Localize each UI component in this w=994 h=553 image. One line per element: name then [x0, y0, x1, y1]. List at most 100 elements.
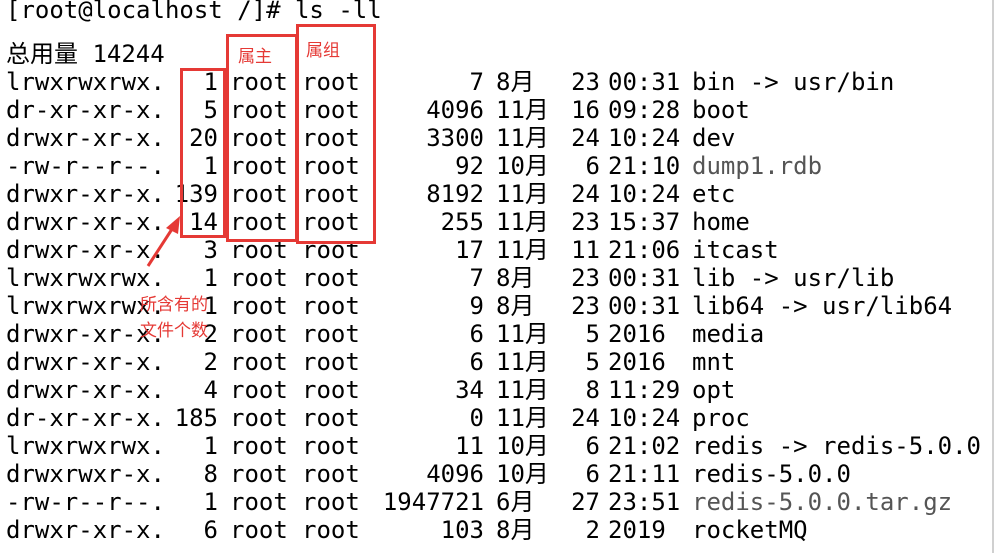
time-cell: 21:02: [608, 432, 681, 460]
filename-cell[interactable]: rocketMQ: [692, 516, 808, 544]
perm-cell: dr-xr-xr-x.: [6, 404, 165, 432]
perm-cell: drwxr-xr-x.: [6, 208, 165, 236]
filename-cell[interactable]: boot: [692, 96, 750, 124]
filename-cell[interactable]: etc: [692, 180, 735, 208]
group-cell: root: [302, 292, 360, 320]
month-cell: 8月: [496, 264, 535, 292]
time-cell: 21:10: [608, 152, 681, 180]
perm-cell: dr-xr-xr-x.: [6, 96, 165, 124]
size-cell: 17: [455, 236, 484, 264]
time-cell: 21:06: [608, 236, 681, 264]
size-cell: 34: [455, 376, 484, 404]
time-cell: 21:11: [608, 460, 681, 488]
day-cell: 24: [571, 180, 600, 208]
month-cell: 11月: [496, 208, 549, 236]
time-cell: 2016: [608, 320, 666, 348]
filename-cell[interactable]: itcast: [692, 236, 779, 264]
size-cell: 4096: [426, 96, 484, 124]
size-cell: 255: [440, 208, 484, 236]
owner-cell: root: [230, 264, 288, 292]
filename-cell[interactable]: mnt: [692, 348, 735, 376]
total-size-line: 总用量 14244: [6, 40, 165, 68]
size-cell: 0: [469, 404, 484, 432]
month-cell: 10月: [496, 432, 549, 460]
owner-cell: root: [230, 348, 288, 376]
day-cell: 11: [571, 236, 600, 264]
links-cell: 1: [203, 264, 218, 292]
perm-cell: -rw-r--r--.: [6, 488, 165, 516]
time-cell: 11:29: [608, 376, 681, 404]
month-cell: 8月: [496, 292, 535, 320]
group-cell: root: [302, 348, 360, 376]
size-cell: 7: [469, 68, 484, 96]
perm-cell: drwxr-xr-x.: [6, 516, 165, 544]
time-cell: 10:24: [608, 124, 681, 152]
perm-cell: drwxr-xr-x.: [6, 124, 165, 152]
links-highlight-box: [180, 68, 226, 238]
group-cell: root: [302, 460, 360, 488]
month-cell: 10月: [496, 152, 549, 180]
month-cell: 11月: [496, 376, 549, 404]
day-cell: 6: [585, 152, 600, 180]
filename-cell[interactable]: dev: [692, 124, 735, 152]
terminal-window[interactable]: [root@localhost /]# ls -ll 总用量 14244 lrw…: [0, 0, 994, 553]
month-cell: 11月: [496, 348, 549, 376]
filename-cell[interactable]: lib -> usr/lib: [692, 264, 894, 292]
day-cell: 23: [571, 292, 600, 320]
time-cell: 09:28: [608, 96, 681, 124]
owner-cell: root: [230, 516, 288, 544]
filename-cell[interactable]: opt: [692, 376, 735, 404]
links-cell: 8: [203, 460, 218, 488]
time-cell: 00:31: [608, 264, 681, 292]
filename-cell[interactable]: dump1.rdb: [692, 152, 822, 180]
filename-cell[interactable]: media: [692, 320, 764, 348]
size-cell: 3300: [426, 124, 484, 152]
links-cell: 1: [203, 488, 218, 516]
day-cell: 8: [585, 376, 600, 404]
group-cell: root: [302, 488, 360, 516]
filename-cell[interactable]: redis-5.0.0: [692, 460, 851, 488]
filename-cell[interactable]: redis -> redis-5.0.0: [692, 432, 981, 460]
group-cell: root: [302, 376, 360, 404]
day-cell: 6: [585, 432, 600, 460]
group-cell: root: [302, 404, 360, 432]
perm-cell: -rw-r--r--.: [6, 152, 165, 180]
perm-cell: lrwxrwxrwx.: [6, 432, 165, 460]
group-cell: root: [302, 264, 360, 292]
size-cell: 9: [469, 292, 484, 320]
links-annotation-label-line2: 文件个数: [140, 321, 208, 341]
size-cell: 7: [469, 264, 484, 292]
time-cell: 2019: [608, 516, 666, 544]
filename-cell[interactable]: redis-5.0.0.tar.gz: [692, 488, 952, 516]
owner-cell: root: [230, 376, 288, 404]
group-cell: root: [302, 432, 360, 460]
perm-cell: lrwxrwxrwx.: [6, 68, 165, 96]
filename-cell[interactable]: home: [692, 208, 750, 236]
day-cell: 5: [585, 320, 600, 348]
size-cell: 92: [455, 152, 484, 180]
perm-cell: lrwxrwxrwx.: [6, 264, 165, 292]
perm-cell: drwxr-xr-x.: [6, 180, 165, 208]
links-cell: 4: [203, 376, 218, 404]
day-cell: 27: [571, 488, 600, 516]
links-cell: 1: [203, 432, 218, 460]
perm-cell: drwxr-xr-x.: [6, 236, 165, 264]
size-cell: 4096: [426, 460, 484, 488]
size-cell: 1947721: [382, 488, 484, 516]
day-cell: 24: [571, 404, 600, 432]
owner-cell: root: [230, 432, 288, 460]
owner-cell: root: [230, 488, 288, 516]
links-cell: 185: [174, 404, 218, 432]
owner-cell: root: [230, 404, 288, 432]
group-annotation-label: 属组: [306, 41, 340, 61]
perm-cell: drwxr-xr-x.: [6, 348, 165, 376]
month-cell: 11月: [496, 236, 549, 264]
filename-cell[interactable]: bin -> usr/bin: [692, 68, 894, 96]
filename-cell[interactable]: lib64 -> usr/lib64: [692, 292, 952, 320]
day-cell: 23: [571, 264, 600, 292]
perm-cell: drwxr-xr-x.: [6, 320, 165, 348]
size-cell: 103: [440, 516, 484, 544]
filename-cell[interactable]: proc: [692, 404, 750, 432]
month-cell: 11月: [496, 124, 549, 152]
day-cell: 5: [585, 348, 600, 376]
